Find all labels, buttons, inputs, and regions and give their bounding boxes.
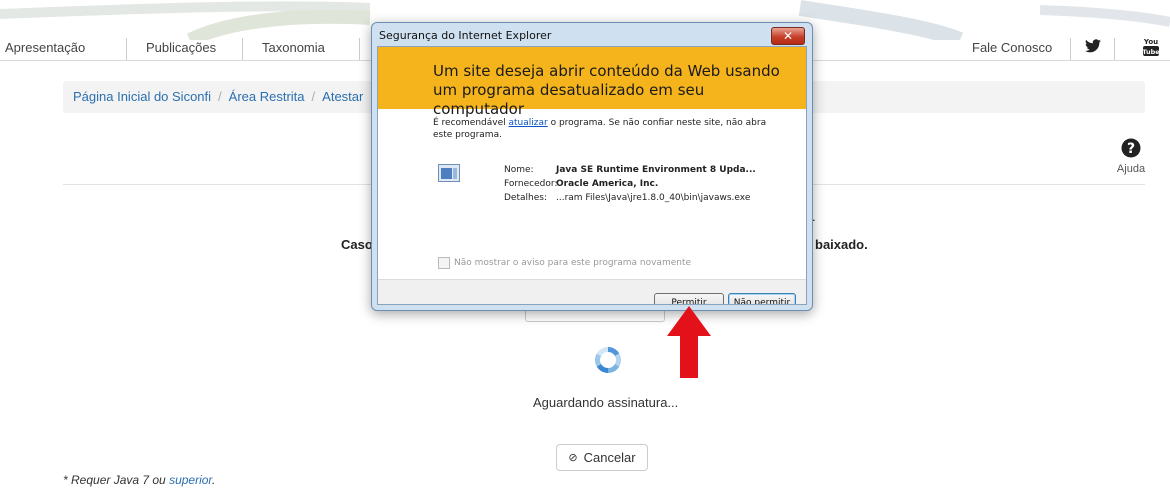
breadcrumb-separator: /	[218, 89, 222, 104]
warning-banner: Um site deseja abrir conteúdo da Web usa…	[378, 47, 806, 118]
checkbox-label: Não mostrar o aviso para este programa n…	[454, 258, 692, 268]
close-icon[interactable]: ✕	[771, 27, 805, 45]
status-message-start: Caso	[341, 237, 373, 252]
breadcrumb-restricted-area[interactable]: Área Restrita	[229, 89, 305, 104]
svg-text:Tube: Tube	[1142, 48, 1160, 56]
footnote-link[interactable]: superior	[169, 473, 212, 487]
name-value: Java SE Runtime Environment 8 Upda...	[556, 165, 756, 175]
recommendation-text: É recomendável atualizar o programa. Se …	[433, 117, 783, 141]
nav-divider	[1114, 38, 1115, 60]
vendor-label: Fornecedor:	[504, 179, 558, 189]
cancel-label: Cancelar	[583, 450, 636, 465]
allow-button[interactable]: Permitir	[654, 293, 724, 304]
vendor-value: Oracle America, Inc.	[556, 179, 659, 189]
question-circle-icon: ?	[1121, 138, 1141, 158]
nav-divider	[1070, 38, 1071, 60]
dialog-body: Um site deseja abrir conteúdo da Web usa…	[377, 46, 807, 305]
deny-button[interactable]: Não permitir	[728, 293, 796, 304]
dont-show-again-checkbox[interactable]: Não mostrar o aviso para este programa n…	[438, 257, 691, 269]
help-button[interactable]: ? Ajuda	[1114, 138, 1148, 175]
breadcrumb-home[interactable]: Página Inicial do Siconfi	[73, 89, 211, 104]
nav-item-fale-conosco[interactable]: Fale Conosco	[972, 40, 1052, 55]
java-requirement-note: * Requer Java 7 ou superior.	[63, 473, 215, 487]
ie-security-dialog: Segurança do Internet Explorer ✕ Um site…	[371, 22, 813, 311]
checkbox-box	[438, 257, 450, 269]
help-label: Ajuda	[1116, 163, 1146, 175]
footnote-end: .	[212, 473, 216, 487]
nav-item-apresentacao[interactable]: Apresentação	[5, 40, 85, 55]
rec-text-start: É recomendável	[433, 118, 509, 128]
details-label: Detalhes:	[504, 193, 547, 203]
status-message-end-word: baixado.	[815, 237, 868, 252]
nav-divider	[359, 38, 360, 60]
warning-headline: Um site deseja abrir conteúdo da Web usa…	[433, 62, 780, 118]
nav-item-publicacoes[interactable]: Publicações	[146, 40, 216, 55]
svg-text:You: You	[1143, 38, 1158, 46]
youtube-icon[interactable]: You Tube	[1142, 36, 1160, 61]
waiting-status: Aguardando assinatura...	[533, 395, 679, 410]
breadcrumb-atestar[interactable]: Atestar	[322, 89, 363, 104]
footnote-text: * Requer Java 7 ou	[63, 473, 170, 487]
cancel-button[interactable]: ⊘ Cancelar	[556, 444, 648, 471]
ban-icon: ⊘	[568, 452, 578, 464]
nav-divider	[126, 38, 127, 60]
red-arrow-icon	[667, 306, 711, 378]
application-icon	[438, 164, 460, 182]
details-value: ...ram Files\Java\jre1.8.0_40\bin\javaws…	[556, 193, 751, 203]
loading-spinner-icon	[594, 346, 622, 374]
name-label: Nome:	[504, 165, 534, 175]
twitter-icon[interactable]	[1085, 39, 1101, 56]
nav-item-taxonomia[interactable]: Taxonomia	[262, 40, 325, 55]
dialog-title: Segurança do Internet Explorer	[379, 29, 552, 42]
breadcrumb-separator: /	[311, 89, 316, 104]
update-link[interactable]: atualizar	[509, 118, 548, 128]
nav-divider	[242, 38, 243, 60]
svg-text:?: ?	[1127, 141, 1135, 157]
